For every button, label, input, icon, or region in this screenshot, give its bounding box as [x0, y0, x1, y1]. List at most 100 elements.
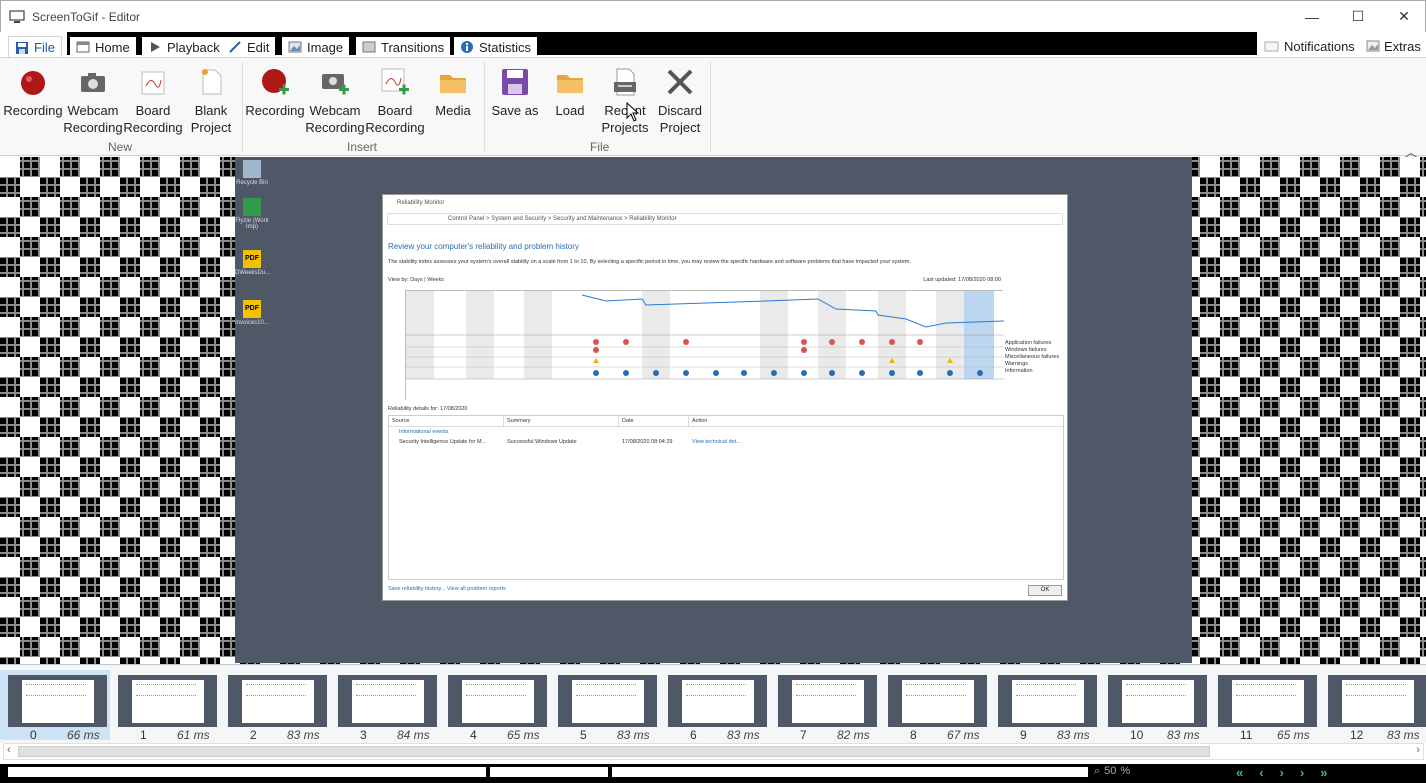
notifications-link[interactable]: Notifications: [1264, 36, 1355, 56]
new-recording-button[interactable]: Recording: [3, 66, 63, 119]
frame-thumbnail[interactable]: 8 67 ms: [880, 670, 990, 742]
frame-image: [668, 675, 767, 727]
frame-delay: 83 ms: [1387, 728, 1420, 742]
frame-navigation: « ‹ › › »: [1236, 765, 1328, 780]
previous-frame-icon[interactable]: ‹: [1259, 765, 1263, 780]
next-frame-icon[interactable]: ›: [1300, 765, 1304, 780]
frame-number: 0: [30, 728, 37, 742]
frame-number: 4: [470, 728, 477, 742]
frame-thumbnail[interactable]: 3 84 ms: [330, 670, 440, 742]
insert-webcam-recording-button[interactable]: Webcam Recording: [305, 66, 365, 136]
recent-projects-button[interactable]: Recent Projects: [595, 66, 655, 136]
ribbon: Recording Webcam Recording Board Recordi…: [0, 57, 1426, 160]
app-icon: [9, 10, 25, 23]
frame-thumbnail[interactable]: 0 66 ms: [0, 670, 110, 742]
desktop-icon-pdf-1: PDF DWeeksDu...: [235, 250, 270, 276]
image-icon: [288, 41, 302, 53]
tab-transitions[interactable]: Transitions: [356, 37, 451, 57]
save-as-button[interactable]: Save as: [485, 66, 545, 119]
insert-webcam-icon: [322, 74, 349, 95]
frame-image: [558, 675, 657, 727]
frame-thumbnail[interactable]: 12 83 ms: [1320, 670, 1426, 742]
scroll-left-arrow[interactable]: ‹: [7, 744, 11, 756]
minimize-button[interactable]: —: [1289, 1, 1335, 32]
maximize-button[interactable]: ☐: [1335, 1, 1381, 32]
title-bar: ScreenToGif - Editor — ☐ ✕: [0, 0, 1426, 32]
frame-thumbnail[interactable]: 10 83 ms: [1100, 670, 1210, 742]
frame-thumbnail[interactable]: 7 82 ms: [770, 670, 880, 742]
frame-thumbnail[interactable]: 5 83 ms: [550, 670, 660, 742]
tab-playback[interactable]: Playback: [142, 37, 226, 57]
extras-link[interactable]: Extras: [1366, 36, 1421, 56]
discard-project-button[interactable]: Discard Project: [650, 66, 710, 136]
frame-image: [1218, 675, 1317, 727]
frame-delay: 83 ms: [287, 728, 320, 742]
first-frame-icon[interactable]: «: [1236, 765, 1243, 780]
play-frame-icon[interactable]: ›: [1280, 765, 1284, 780]
frame-thumbnail[interactable]: 1 61 ms: [110, 670, 220, 742]
insert-board-recording-button[interactable]: Board Recording: [365, 66, 425, 136]
frame-thumbnail[interactable]: 9 83 ms: [990, 670, 1100, 742]
desktop-icon-recycle-bin: Recycle Bin: [235, 160, 269, 186]
new-webcam-recording-button[interactable]: Webcam Recording: [63, 66, 123, 136]
frame-thumbnail[interactable]: 4 65 ms: [440, 670, 550, 742]
desktop-icon-sheet: Flyzie (Work Imp): [235, 198, 269, 230]
tab-image[interactable]: Image: [282, 37, 350, 57]
insert-recording-button[interactable]: Recording: [245, 66, 305, 119]
recent-projects-icon: [614, 68, 636, 96]
frame-delay: 83 ms: [1167, 728, 1200, 742]
group-label-file: File: [590, 140, 610, 154]
frame-thumbnail[interactable]: 11 65 ms: [1210, 670, 1320, 742]
tab-statistics[interactable]: Statistics: [454, 37, 538, 57]
board-icon: [141, 71, 165, 95]
group-label-new: New: [108, 140, 133, 154]
frame-image: [448, 675, 547, 727]
save-icon: [16, 41, 28, 54]
recording-icon: [21, 71, 45, 95]
zoom-icon: ⌕: [1094, 765, 1101, 777]
frame-image: [1108, 675, 1207, 727]
status-bar: ⌕ 50 % « ‹ › › »: [0, 764, 1426, 783]
tab-home[interactable]: Home: [70, 37, 136, 57]
frame-number: 9: [1020, 728, 1027, 742]
frame-image: [338, 675, 437, 727]
frame-delay: 61 ms: [177, 728, 210, 742]
close-button[interactable]: ✕: [1381, 1, 1426, 32]
last-frame-icon[interactable]: »: [1320, 765, 1327, 780]
insert-media-button[interactable]: Media: [423, 66, 483, 119]
frame-delay: 65 ms: [1277, 728, 1310, 742]
frame-image: [998, 675, 1097, 727]
frame-delay: 83 ms: [727, 728, 760, 742]
scrollbar-thumb[interactable]: [18, 746, 1210, 757]
frame-image: [118, 675, 217, 727]
mouse-cursor-icon: [626, 102, 640, 122]
frame-thumbnail[interactable]: 2 83 ms: [220, 670, 330, 742]
load-button[interactable]: Load: [540, 66, 600, 119]
blank-project-icon: [202, 69, 222, 95]
frame-delay: 84 ms: [397, 728, 430, 742]
ribbon-tab-strip: File Home Playback Edit Image Transition…: [0, 32, 1426, 58]
frame-thumbnail[interactable]: 6 83 ms: [660, 670, 770, 742]
frame-number: 6: [690, 728, 697, 742]
scroll-right-arrow[interactable]: ›: [1416, 744, 1420, 756]
frame-list-scrollbar[interactable]: ‹ ›: [3, 743, 1424, 760]
rm-stability-chart: [405, 290, 1005, 401]
frame-image: [1328, 675, 1426, 727]
desktop-icon-pdf-2: PDF Invoices10...: [235, 300, 269, 326]
frame-list: 0 66 ms 1 61 ms 2 83 ms 3 84 ms 4 65 ms 5 83 ms 6 83 …: [0, 664, 1426, 743]
tab-file[interactable]: File: [8, 36, 62, 58]
frame-image: [778, 675, 877, 727]
play-icon: [151, 42, 160, 52]
extras-icon: [1366, 40, 1380, 52]
zoom-control[interactable]: ⌕ 50 %: [1094, 765, 1130, 778]
tab-edit[interactable]: Edit: [222, 37, 276, 57]
new-board-recording-button[interactable]: Board Recording: [123, 66, 183, 136]
group-label-insert: Insert: [347, 140, 378, 154]
frame-delay: 67 ms: [947, 728, 980, 742]
save-as-icon: [502, 69, 528, 95]
frame-image: [228, 675, 327, 727]
blank-project-button[interactable]: Blank Project: [181, 66, 241, 136]
frame-number: 12: [1350, 728, 1364, 742]
frame-number: 8: [910, 728, 917, 742]
frame-number: 5: [580, 728, 587, 742]
